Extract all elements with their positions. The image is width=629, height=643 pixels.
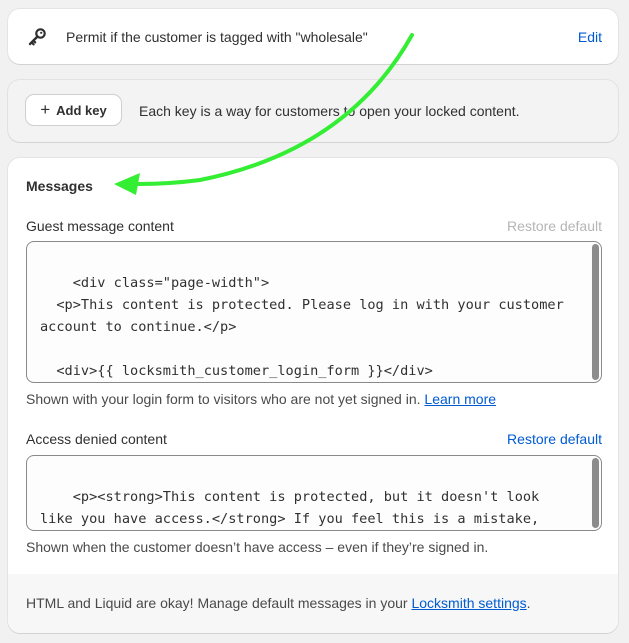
key-icon: [26, 26, 48, 48]
guest-message-content: <div class="page-width"> <p>This content…: [40, 275, 564, 379]
access-denied-scrollbar[interactable]: [592, 458, 599, 528]
footer-text-before: HTML and Liquid are okay! Manage default…: [26, 595, 408, 611]
access-denied-help-text: Shown when the customer doesn’t have acc…: [26, 539, 489, 555]
learn-more-link[interactable]: Learn more: [424, 391, 496, 407]
guest-message-label: Guest message content: [26, 218, 174, 234]
messages-footer: HTML and Liquid are okay! Manage default…: [8, 574, 618, 633]
guest-message-textarea[interactable]: <div class="page-width"> <p>This content…: [26, 241, 602, 383]
footer-text-after: .: [526, 595, 531, 611]
add-key-button-label: Add key: [56, 102, 107, 118]
guest-message-help: Shown with your login form to visitors w…: [26, 391, 496, 407]
edit-key-link[interactable]: Edit: [578, 29, 602, 45]
messages-title: Messages: [26, 178, 93, 194]
add-key-button[interactable]: + Add key: [26, 95, 121, 125]
locksmith-settings-link[interactable]: Locksmith settings: [411, 595, 526, 611]
key-condition-text: Permit if the customer is tagged with "w…: [66, 29, 368, 45]
add-key-card: + Add key Each key is a way for customer…: [8, 80, 618, 142]
messages-card: Messages Guest message content Restore d…: [8, 158, 618, 633]
footer-text: HTML and Liquid are okay! Manage default…: [26, 595, 531, 611]
key-card: Permit if the customer is tagged with "w…: [8, 9, 618, 64]
guest-message-scrollbar[interactable]: [592, 244, 599, 380]
denied-restore-default-link[interactable]: Restore default: [507, 431, 602, 447]
access-denied-content: <p><strong>This content is protected, bu…: [40, 489, 540, 527]
access-denied-textarea[interactable]: <p><strong>This content is protected, bu…: [26, 455, 602, 531]
plus-icon: +: [40, 100, 51, 119]
access-denied-label: Access denied content: [26, 431, 167, 447]
guest-message-help-text: Shown with your login form to visitors w…: [26, 391, 421, 407]
add-key-description: Each key is a way for customers to open …: [139, 103, 520, 119]
guest-restore-default-link: Restore default: [507, 218, 602, 234]
